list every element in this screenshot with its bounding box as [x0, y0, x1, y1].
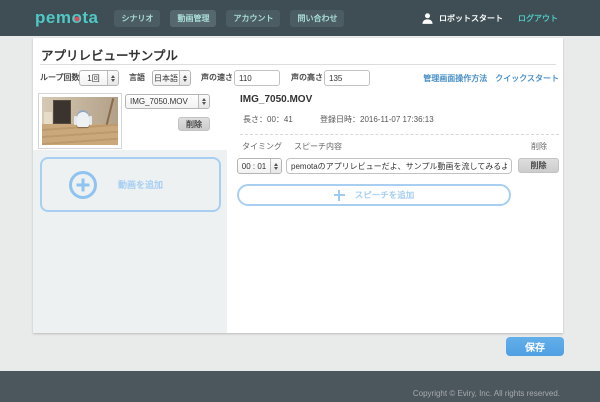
language-label: 言語 — [129, 70, 145, 86]
language-value: 日本語 — [153, 73, 179, 84]
select-arrows-icon — [198, 95, 209, 108]
voice-pitch-input[interactable] — [324, 70, 370, 86]
speech-content-column-header: スピーチ内容 — [294, 141, 342, 152]
video-registered-date: 登録日時：2016-11-07 17:36:13 — [320, 114, 434, 125]
select-arrows-icon — [179, 71, 190, 85]
plus-icon — [334, 190, 345, 201]
speech-content-input[interactable] — [286, 158, 512, 174]
quickstart-link[interactable]: クイックスタート — [495, 73, 559, 84]
delete-speech-button[interactable]: 削除 — [518, 158, 559, 173]
nav-contact[interactable]: 問い合わせ — [290, 10, 344, 27]
select-arrows-icon — [270, 159, 281, 173]
robot-figure — [77, 110, 89, 127]
speech-timing-value: 00 : 01 — [238, 162, 270, 171]
speech-timing-select[interactable]: 00 : 01 — [237, 158, 282, 174]
video-length: 長さ：00：41 — [243, 114, 293, 125]
logo-o-with-dot-icon: o — [71, 8, 82, 27]
voice-speed-label: 声の速さ — [201, 70, 233, 86]
top-navbar: pemota シナリオ 動画管理 アカウント 問い合わせ ロボットスタート ログ… — [0, 0, 600, 36]
main-nav: シナリオ 動画管理 アカウント 問い合わせ — [114, 10, 344, 27]
nav-account[interactable]: アカウント — [226, 10, 280, 27]
help-links: 管理画面操作方法 クイックスタート — [423, 70, 559, 86]
page-footer: Copyright © Eviry, Inc. All rights reser… — [0, 371, 600, 402]
pemota-logo[interactable]: pemota — [35, 8, 98, 28]
scenario-card: アプリレビューサンプル ループ回数 1回 言語 日本語 声の速さ 声の高さ 管理… — [33, 38, 563, 333]
nav-scenario[interactable]: シナリオ — [114, 10, 160, 27]
language-select[interactable]: 日本語 — [152, 70, 191, 86]
delete-video-button[interactable]: 削除 — [178, 117, 210, 131]
user-name: ロボットスタート — [439, 13, 503, 24]
delete-column-header: 削除 — [531, 141, 547, 152]
save-button[interactable]: 保存 — [506, 337, 564, 356]
video-list-panel: 動画を追加 — [33, 150, 227, 333]
logout-link[interactable]: ログアウト — [518, 13, 558, 24]
add-speech-button[interactable]: スピーチを追加 — [237, 184, 511, 206]
add-video-label: 動画を追加 — [118, 178, 163, 191]
nav-video-management[interactable]: 動画管理 — [170, 10, 216, 27]
loop-count-select[interactable]: 1回 — [79, 70, 119, 86]
copyright-text: Copyright © Eviry, Inc. All rights reser… — [413, 389, 560, 398]
video-file-select[interactable]: IMG_7050.MOV — [125, 94, 210, 109]
title-divider — [40, 64, 556, 65]
user-icon — [421, 12, 434, 25]
loop-count-value: 1回 — [80, 73, 107, 84]
video-file-value: IMG_7050.MOV — [126, 97, 198, 106]
dashed-divider — [240, 134, 559, 135]
admin-guide-link[interactable]: 管理画面操作方法 — [423, 73, 487, 84]
voice-speed-input[interactable] — [234, 70, 280, 86]
video-thumbnail — [38, 93, 122, 149]
add-speech-label: スピーチを追加 — [355, 189, 415, 201]
app-screen: pemota シナリオ 動画管理 アカウント 問い合わせ ロボットスタート ログ… — [0, 0, 600, 402]
select-arrows-icon — [107, 71, 118, 85]
video-thumbnail-image — [42, 97, 118, 145]
page-title: アプリレビューサンプル — [41, 45, 178, 64]
timing-column-header: タイミング — [242, 141, 282, 152]
video-title: IMG_7050.MOV — [240, 94, 312, 105]
loop-count-label: ループ回数 — [40, 70, 80, 86]
plus-circle-icon — [69, 171, 97, 199]
add-video-button[interactable]: 動画を追加 — [40, 157, 221, 212]
header-user-area: ロボットスタート ログアウト — [421, 12, 558, 25]
voice-pitch-label: 声の高さ — [291, 70, 323, 86]
